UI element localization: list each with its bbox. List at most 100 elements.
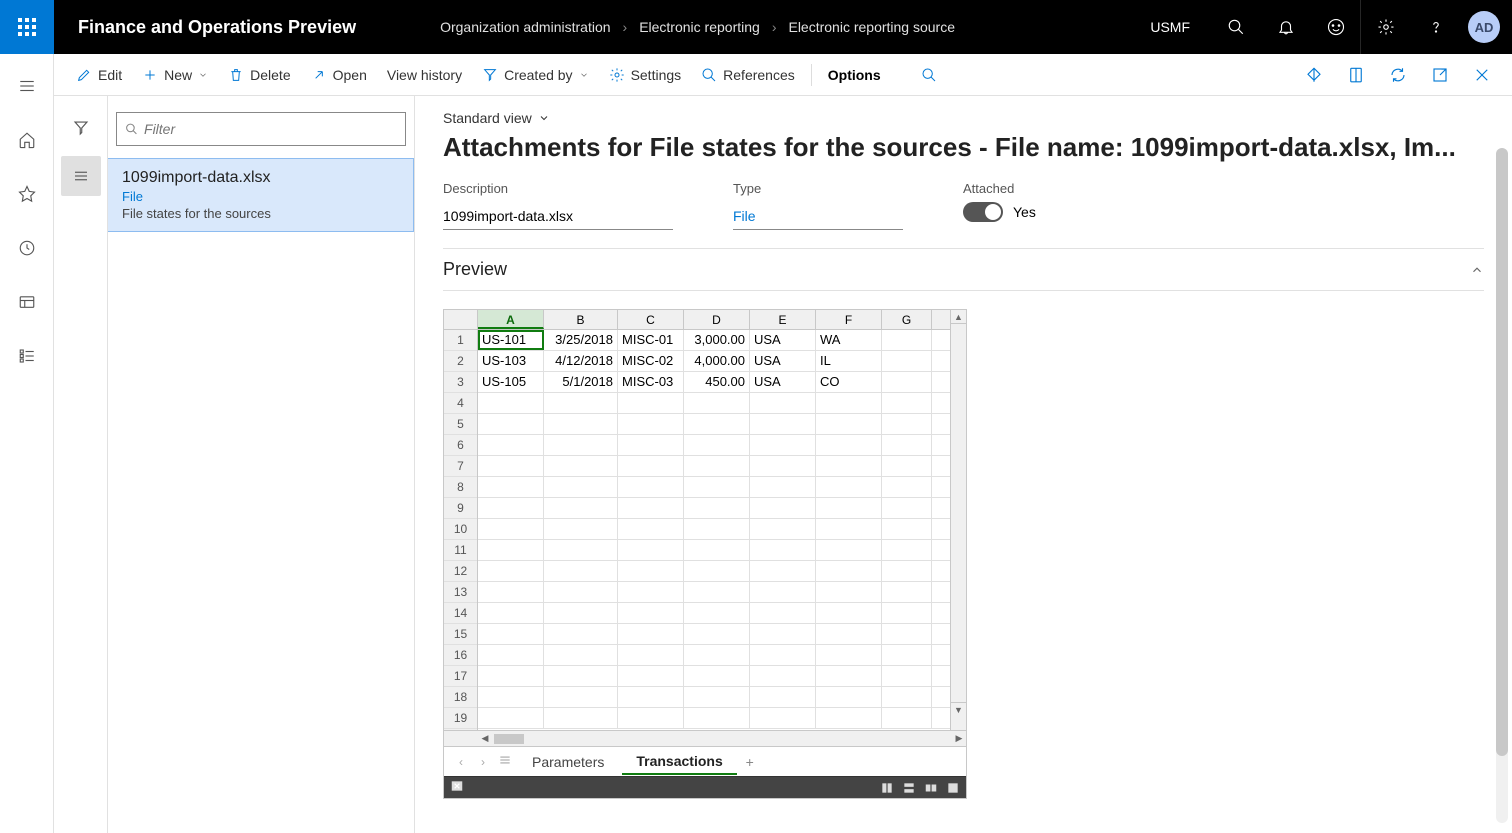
- modules-icon[interactable]: [7, 338, 47, 374]
- row-number[interactable]: 18: [444, 687, 477, 708]
- cell[interactable]: [882, 456, 932, 476]
- scroll-up-icon[interactable]: ▲: [951, 310, 966, 324]
- view-selector[interactable]: Standard view: [443, 110, 1484, 126]
- clock-icon[interactable]: [7, 230, 47, 266]
- cell[interactable]: [544, 435, 618, 455]
- row-number[interactable]: 6: [444, 435, 477, 456]
- cell[interactable]: [544, 687, 618, 707]
- cell[interactable]: [544, 603, 618, 623]
- workspace-icon[interactable]: [7, 284, 47, 320]
- options-button[interactable]: Options: [818, 63, 891, 87]
- cell[interactable]: [618, 456, 684, 476]
- cell[interactable]: [816, 456, 882, 476]
- cell[interactable]: [882, 477, 932, 497]
- cell[interactable]: [816, 708, 882, 728]
- cell[interactable]: US-101: [478, 330, 544, 350]
- cell[interactable]: [478, 582, 544, 602]
- scroll-left-icon[interactable]: ◀: [478, 733, 492, 744]
- cell[interactable]: [478, 498, 544, 518]
- cell[interactable]: [618, 708, 684, 728]
- cell[interactable]: [618, 498, 684, 518]
- cell[interactable]: [816, 414, 882, 434]
- cell[interactable]: [478, 561, 544, 581]
- cell[interactable]: [684, 414, 750, 434]
- status-icon[interactable]: [902, 781, 916, 795]
- cell[interactable]: [684, 393, 750, 413]
- cell[interactable]: [750, 498, 816, 518]
- row-number[interactable]: 10: [444, 519, 477, 540]
- scroll-right-icon[interactable]: ▶: [952, 733, 966, 744]
- cell[interactable]: [816, 435, 882, 455]
- cell[interactable]: [750, 561, 816, 581]
- cell[interactable]: 4,000.00: [684, 351, 750, 371]
- sheet-tab-transactions[interactable]: Transactions: [622, 749, 736, 775]
- cell[interactable]: [618, 603, 684, 623]
- cell[interactable]: USA: [750, 372, 816, 392]
- cell[interactable]: [816, 666, 882, 686]
- edit-button[interactable]: Edit: [66, 63, 132, 87]
- cell[interactable]: [478, 519, 544, 539]
- cell[interactable]: [816, 393, 882, 413]
- cell[interactable]: [882, 351, 932, 371]
- app-launcher[interactable]: [0, 0, 54, 54]
- settings-button[interactable]: Settings: [599, 63, 692, 87]
- cell[interactable]: [684, 687, 750, 707]
- cell[interactable]: [544, 498, 618, 518]
- cell[interactable]: [478, 645, 544, 665]
- cell[interactable]: [544, 414, 618, 434]
- cell[interactable]: [816, 687, 882, 707]
- filter-pane-icon[interactable]: [61, 108, 101, 148]
- search-icon[interactable]: [1210, 0, 1260, 54]
- cell[interactable]: [882, 540, 932, 560]
- cell[interactable]: [816, 645, 882, 665]
- cell[interactable]: [478, 624, 544, 644]
- status-icon[interactable]: [880, 781, 894, 795]
- cell[interactable]: [618, 561, 684, 581]
- horizontal-scrollbar[interactable]: ◀ ▶: [444, 730, 966, 746]
- tab-next-icon[interactable]: ›: [474, 755, 492, 769]
- cell[interactable]: [478, 435, 544, 455]
- cell[interactable]: [618, 519, 684, 539]
- description-field[interactable]: [443, 202, 673, 230]
- refresh-icon[interactable]: [1380, 57, 1416, 93]
- cell[interactable]: [478, 456, 544, 476]
- company-picker[interactable]: USMF: [1130, 19, 1210, 35]
- cell[interactable]: [882, 624, 932, 644]
- list-item[interactable]: 1099import-data.xlsx File File states fo…: [108, 158, 414, 232]
- hamburger-icon[interactable]: [7, 68, 47, 104]
- vertical-scrollbar[interactable]: ▲ ▼: [950, 310, 966, 730]
- cell[interactable]: MISC-02: [618, 351, 684, 371]
- star-icon[interactable]: [7, 176, 47, 212]
- row-number[interactable]: 17: [444, 666, 477, 687]
- cell[interactable]: [816, 519, 882, 539]
- row-number[interactable]: 11: [444, 540, 477, 561]
- cell[interactable]: [882, 687, 932, 707]
- cell[interactable]: [684, 519, 750, 539]
- office-icon[interactable]: [1338, 57, 1374, 93]
- cell[interactable]: [750, 519, 816, 539]
- cell[interactable]: 3,000.00: [684, 330, 750, 350]
- cell[interactable]: [882, 708, 932, 728]
- cell[interactable]: [750, 624, 816, 644]
- scroll-down-icon[interactable]: ▼: [951, 702, 966, 716]
- column-header[interactable]: B: [544, 310, 618, 329]
- cell[interactable]: [544, 519, 618, 539]
- cell[interactable]: US-105: [478, 372, 544, 392]
- cell[interactable]: CO: [816, 372, 882, 392]
- cell[interactable]: [882, 498, 932, 518]
- cell[interactable]: [478, 666, 544, 686]
- cell[interactable]: US-103: [478, 351, 544, 371]
- cell[interactable]: USA: [750, 330, 816, 350]
- cell[interactable]: [478, 393, 544, 413]
- smiley-icon[interactable]: [1310, 0, 1360, 54]
- row-number[interactable]: 12: [444, 561, 477, 582]
- cell[interactable]: [750, 414, 816, 434]
- cell[interactable]: [816, 498, 882, 518]
- cell[interactable]: [684, 603, 750, 623]
- row-number[interactable]: 13: [444, 582, 477, 603]
- created-by-button[interactable]: Created by: [472, 63, 598, 87]
- new-button[interactable]: New: [132, 63, 218, 87]
- cell[interactable]: [544, 540, 618, 560]
- open-button[interactable]: Open: [301, 63, 377, 87]
- cell[interactable]: [750, 603, 816, 623]
